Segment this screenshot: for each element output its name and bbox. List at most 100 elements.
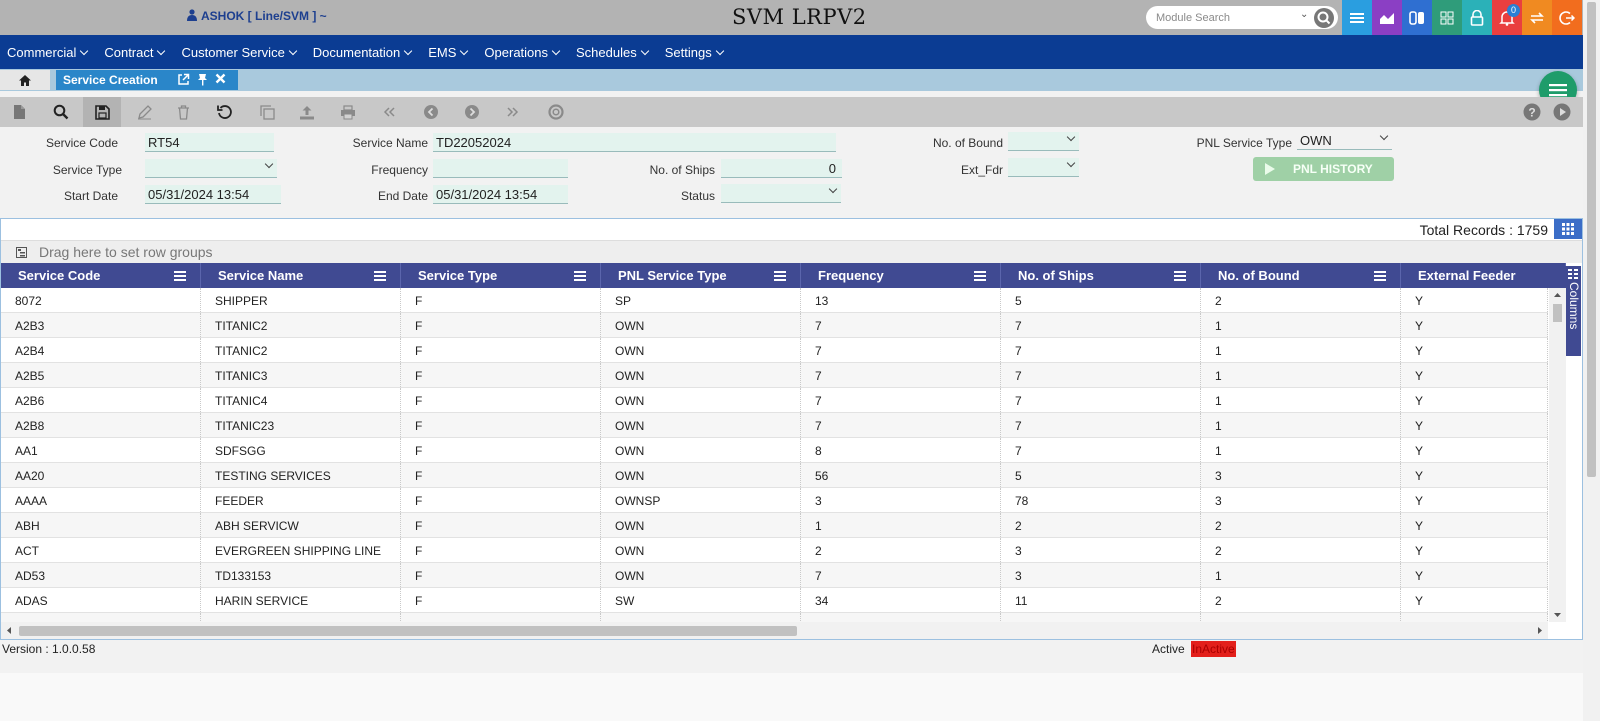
cell-no-of-bound[interactable] xyxy=(1201,613,1401,622)
cell-no-of-ships[interactable] xyxy=(1001,613,1201,622)
edit-icon[interactable] xyxy=(125,97,163,127)
notification-bell-icon[interactable]: 0 xyxy=(1492,0,1522,35)
cell-no-of-bound[interactable]: 1 xyxy=(1201,338,1401,362)
table-row[interactable]: AA1 SDFSGG F OWN 8 7 1 Y xyxy=(1,438,1548,463)
nav-operations[interactable]: Operations xyxy=(484,45,561,60)
lock-icon[interactable] xyxy=(1462,0,1492,35)
cell-service-code[interactable]: AA1 xyxy=(1,438,201,462)
cell-frequency[interactable]: 3 xyxy=(801,488,1001,512)
cell-frequency[interactable]: 7 xyxy=(801,313,1001,337)
cell-no-of-ships[interactable]: 7 xyxy=(1001,438,1201,462)
cell-service-type[interactable]: F xyxy=(401,538,601,562)
table-row[interactable]: AAAA FEEDER F OWNSP 3 78 3 Y xyxy=(1,488,1548,513)
cell-no-of-ships[interactable]: 5 xyxy=(1001,288,1201,312)
pnl-service-type-select[interactable]: OWN xyxy=(1297,131,1392,150)
scroll-right-icon[interactable] xyxy=(1535,622,1545,639)
table-row[interactable]: ABH ABH SERVICW F OWN 1 2 2 Y xyxy=(1,513,1548,538)
cell-service-code[interactable]: ABH xyxy=(1,513,201,537)
cell-no-of-ships[interactable]: 7 xyxy=(1001,338,1201,362)
column-menu-icon[interactable] xyxy=(1374,271,1386,281)
page-vertical-scrollbar[interactable] xyxy=(1583,0,1600,721)
cell-service-code[interactable]: A2B4 xyxy=(1,338,201,362)
cell-service-code[interactable]: AD53 xyxy=(1,563,201,587)
nav-contract[interactable]: Contract xyxy=(104,45,166,60)
cell-service-type[interactable]: F xyxy=(401,288,601,312)
cell-external-feeder[interactable]: Y xyxy=(1401,563,1548,587)
scroll-thumb[interactable] xyxy=(1587,2,1596,477)
chevron-down-icon[interactable]: ⌄ xyxy=(1300,9,1308,20)
table-row[interactable]: A2B5 TITANIC3 F OWN 7 7 1 Y xyxy=(1,363,1548,388)
last-record-icon[interactable] xyxy=(494,97,532,127)
table-row[interactable]: A2B3 TITANIC2 F OWN 7 7 1 Y xyxy=(1,313,1548,338)
cell-service-name[interactable]: TITANIC2 xyxy=(201,313,401,337)
scroll-left-icon[interactable] xyxy=(4,622,14,639)
external-link-icon[interactable] xyxy=(177,73,190,86)
cell-service-type[interactable]: F xyxy=(401,338,601,362)
cell-pnl-service-type[interactable]: OWN xyxy=(601,313,801,337)
cell-no-of-ships[interactable]: 2 xyxy=(1001,513,1201,537)
cell-frequency[interactable]: 56 xyxy=(801,463,1001,487)
cell-pnl-service-type[interactable]: SP xyxy=(601,288,801,312)
previous-record-icon[interactable] xyxy=(412,97,450,127)
cell-service-type[interactable]: F xyxy=(401,588,601,612)
logout-icon[interactable] xyxy=(1552,0,1582,35)
cell-external-feeder[interactable]: Y xyxy=(1401,538,1548,562)
cell-external-feeder[interactable]: Y xyxy=(1401,513,1548,537)
refresh-icon[interactable] xyxy=(206,97,244,127)
cell-no-of-ships[interactable]: 3 xyxy=(1001,563,1201,587)
table-row[interactable]: 8072 SHIPPER F SP 13 5 2 Y xyxy=(1,288,1548,313)
cell-service-name[interactable]: TD133153 xyxy=(201,563,401,587)
scroll-thumb[interactable] xyxy=(19,626,797,636)
service-code-field[interactable]: RT54 xyxy=(145,133,274,152)
tab-home[interactable] xyxy=(0,70,50,90)
cell-service-code[interactable]: A2B5 xyxy=(1,363,201,387)
service-name-field[interactable]: TD22052024 xyxy=(433,133,836,152)
start-date-field[interactable]: 05/31/2024 13:54 xyxy=(145,185,281,204)
cell-service-name[interactable]: SDFSGG xyxy=(201,438,401,462)
nav-documentation[interactable]: Documentation xyxy=(313,45,413,60)
cell-pnl-service-type[interactable]: OWN xyxy=(601,538,801,562)
cell-external-feeder[interactable]: Y xyxy=(1401,463,1548,487)
cell-service-type[interactable]: F xyxy=(401,513,601,537)
area-chart-icon[interactable] xyxy=(1372,0,1402,35)
cell-external-feeder[interactable]: Y xyxy=(1401,488,1548,512)
cell-pnl-service-type[interactable]: OWN xyxy=(601,463,801,487)
delete-icon[interactable] xyxy=(164,97,202,127)
column-menu-icon[interactable] xyxy=(374,271,386,281)
cell-service-name[interactable]: TITANIC3 xyxy=(201,363,401,387)
cell-no-of-ships[interactable]: 7 xyxy=(1001,313,1201,337)
cell-frequency[interactable]: 1 xyxy=(801,513,1001,537)
column-header-service-type[interactable]: Service Type xyxy=(401,263,601,288)
upload-icon[interactable] xyxy=(288,97,326,127)
cell-service-code[interactable]: AAAA xyxy=(1,488,201,512)
switch-icon[interactable] xyxy=(1402,0,1432,35)
cell-no-of-ships[interactable]: 7 xyxy=(1001,363,1201,387)
cell-service-name[interactable]: EVERGREEN SHIPPING LINE xyxy=(201,538,401,562)
cell-no-of-ships[interactable]: 11 xyxy=(1001,588,1201,612)
cell-frequency[interactable]: 7 xyxy=(801,363,1001,387)
cell-pnl-service-type[interactable]: OWN xyxy=(601,438,801,462)
cell-service-type[interactable]: F xyxy=(401,488,601,512)
cell-service-type[interactable]: F xyxy=(401,388,601,412)
cell-frequency[interactable]: 2 xyxy=(801,538,1001,562)
tab-service-creation[interactable]: Service Creation xyxy=(56,70,238,90)
cell-service-name[interactable]: FEEDER xyxy=(201,488,401,512)
cell-external-feeder[interactable]: Y xyxy=(1401,313,1548,337)
cell-service-type[interactable]: F xyxy=(401,463,601,487)
cell-external-feeder[interactable]: Y xyxy=(1401,288,1548,312)
cell-no-of-bound[interactable]: 1 xyxy=(1201,388,1401,412)
table-row[interactable]: ACT EVERGREEN SHIPPING LINE F OWN 2 3 2 Y xyxy=(1,538,1548,563)
cell-pnl-service-type[interactable]: OWN xyxy=(601,413,801,437)
table-row[interactable]: A2B8 TITANIC23 F OWN 7 7 1 Y xyxy=(1,413,1548,438)
end-date-field[interactable]: 05/31/2024 13:54 xyxy=(433,185,568,204)
nav-customer-service[interactable]: Customer Service xyxy=(181,45,298,60)
cell-pnl-service-type[interactable]: OWN xyxy=(601,363,801,387)
cell-no-of-bound[interactable]: 1 xyxy=(1201,313,1401,337)
cell-service-type[interactable]: F xyxy=(401,313,601,337)
no-of-bound-select[interactable] xyxy=(1008,132,1079,151)
column-header-service-name[interactable]: Service Name xyxy=(201,263,401,288)
grid-options-button[interactable] xyxy=(1554,219,1582,239)
cell-no-of-ships[interactable]: 7 xyxy=(1001,388,1201,412)
cell-service-name[interactable]: HARIN SERVICE xyxy=(201,588,401,612)
cell-no-of-ships[interactable]: 5 xyxy=(1001,463,1201,487)
